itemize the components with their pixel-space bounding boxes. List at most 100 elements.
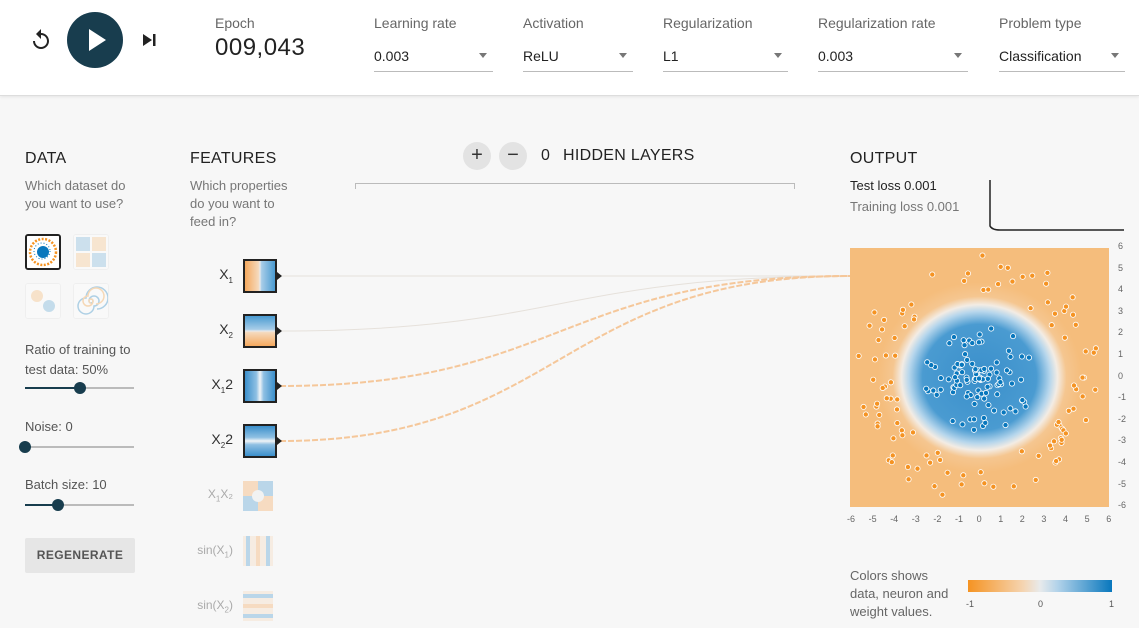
data-point-blue: [971, 416, 978, 423]
data-point-orange: [879, 384, 886, 391]
data-point-orange: [1010, 483, 1017, 490]
data-point-blue: [969, 360, 976, 367]
output-heatmap[interactable]: [829, 237, 1130, 518]
data-point-blue: [994, 391, 1001, 398]
data-point-blue: [937, 375, 944, 382]
data-point-blue: [1005, 347, 1012, 354]
data-point-orange: [929, 271, 936, 278]
remove-layer-button[interactable]: −: [499, 142, 527, 170]
data-point-orange: [1019, 273, 1026, 280]
x-axis-tick: -4: [890, 514, 899, 524]
link-x1-squared[interactable]: [279, 275, 851, 387]
data-point-blue: [952, 374, 959, 381]
data-point-blue: [957, 382, 964, 389]
data-point-orange: [899, 432, 906, 439]
data-point-orange: [1061, 334, 1068, 341]
data-point-orange: [908, 301, 915, 308]
feature-x1x2-box[interactable]: [243, 481, 273, 511]
y-axis-tick: -2: [1118, 413, 1127, 424]
data-point-blue: [1019, 397, 1026, 404]
data-point-orange: [958, 481, 965, 488]
data-point-blue: [985, 402, 992, 409]
feature-sin-x1-box[interactable]: [243, 536, 273, 566]
data-point-blue: [1007, 405, 1014, 412]
x-axis-tick: 3: [1041, 514, 1047, 524]
data-point-orange: [960, 472, 967, 479]
color-scale-bar: [968, 580, 1112, 592]
feature-x1-squared-box[interactable]: [243, 369, 277, 403]
data-point-orange: [1018, 448, 1025, 455]
data-point-blue: [1025, 354, 1032, 361]
data-point-blue: [972, 366, 979, 373]
data-point-orange: [1079, 393, 1086, 400]
data-point-blue: [1003, 367, 1010, 374]
y-axis-tick: 4: [1118, 284, 1124, 295]
data-point-orange: [931, 483, 938, 490]
feature-sin-x2-box[interactable]: [243, 591, 273, 621]
x-axis-tick: -3: [911, 514, 920, 524]
test-loss: Test loss 0.001: [850, 178, 937, 193]
y-axis-tick: -1: [1118, 392, 1127, 403]
feature-x2-squared-box[interactable]: [243, 424, 277, 458]
data-point-orange: [1009, 278, 1016, 285]
y-axis-tick: 2: [1118, 327, 1124, 338]
add-layer-button[interactable]: +: [463, 142, 491, 170]
data-point-blue: [980, 414, 987, 421]
loss-curve-chart: [989, 180, 1124, 231]
test-loss-line: [989, 180, 1124, 231]
data-point-blue: [1018, 376, 1025, 383]
data-point-blue: [988, 325, 995, 332]
data-point-orange: [1043, 280, 1050, 287]
feature-x2-box[interactable]: [243, 314, 277, 348]
x-axis-tick: 5: [1084, 514, 1090, 524]
layers-bracket: [355, 183, 795, 189]
data-point-blue: [924, 359, 931, 366]
color-legend-text: Colors shows data, neuron and weight val…: [850, 568, 949, 619]
feature-arrow: [277, 327, 282, 335]
data-point-orange: [871, 356, 878, 363]
x-axis-tick: -2: [933, 514, 942, 524]
data-point-blue: [1007, 353, 1014, 360]
data-point-orange: [1092, 386, 1099, 393]
link-x2[interactable]: [279, 275, 851, 332]
data-point-orange: [887, 379, 894, 386]
data-point-orange: [891, 334, 898, 341]
data-point-blue: [959, 421, 966, 428]
data-point-blue: [937, 386, 944, 393]
data-point-orange: [1051, 310, 1058, 317]
data-point-orange: [871, 309, 878, 316]
data-point-orange: [1029, 272, 1036, 279]
data-point-orange: [911, 316, 918, 323]
data-point-orange: [888, 459, 895, 466]
data-point-orange: [944, 469, 951, 476]
data-point-orange: [876, 411, 883, 418]
data-point-orange: [904, 464, 911, 471]
feature-x1-label: X1: [219, 266, 233, 285]
data-point-orange: [1004, 264, 1011, 271]
data-point-orange: [1035, 452, 1042, 459]
hidden-layers-count: 0: [541, 147, 550, 164]
colorbar-tick: 1: [1109, 599, 1115, 609]
data-point-blue: [960, 337, 967, 344]
x-axis-tick: 0: [976, 514, 982, 524]
data-point-orange: [1072, 321, 1079, 328]
data-point-orange: [1090, 349, 1097, 356]
data-point-blue: [1012, 408, 1019, 415]
data-point-blue: [963, 393, 970, 400]
data-point-blue: [969, 340, 976, 347]
data-point-blue: [971, 400, 978, 407]
data-point-orange: [997, 263, 1004, 270]
data-point-orange: [1055, 419, 1062, 426]
data-point-orange: [1063, 303, 1070, 310]
training-loss: Training loss 0.001: [850, 199, 960, 214]
data-point-orange: [898, 427, 905, 434]
x-axis-tick: 2: [1019, 514, 1025, 524]
feature-x1-box[interactable]: [243, 259, 277, 293]
data-point-orange: [1079, 374, 1086, 381]
data-point-orange: [979, 252, 986, 259]
link-x2-squared[interactable]: [279, 275, 851, 442]
feature-arrow: [277, 382, 282, 390]
data-point-orange: [1065, 407, 1072, 414]
y-axis-tick: 6: [1118, 241, 1124, 251]
data-point-blue: [983, 389, 990, 396]
